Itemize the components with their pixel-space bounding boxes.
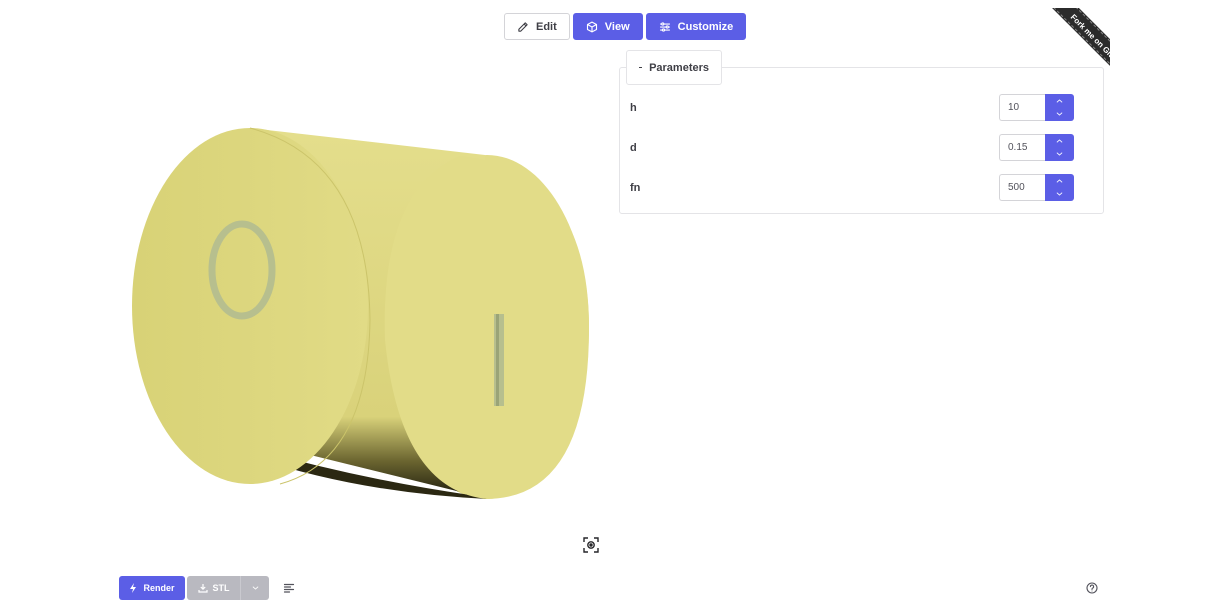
param-row-d: d (630, 134, 1074, 161)
view-button-label: View (604, 20, 630, 33)
mode-toolbar: Edit View Customize (504, 13, 747, 40)
pencil-icon (518, 21, 528, 32)
param-label: d (630, 141, 637, 154)
chevron-down-icon (1056, 152, 1063, 156)
stepper-buttons (1045, 94, 1074, 121)
sliders-icon (659, 21, 670, 32)
chevron-down-icon (252, 586, 258, 590)
cube-icon (586, 21, 597, 32)
cylinder-model (132, 127, 589, 499)
param-stepper (999, 174, 1074, 201)
param-input[interactable] (999, 134, 1045, 161)
export-format-dropdown[interactable] (240, 576, 269, 600)
customize-button-label: Customize (677, 20, 734, 33)
customize-button[interactable]: Customize (645, 13, 747, 40)
bolt-icon (130, 583, 137, 593)
decrement-button[interactable] (1045, 148, 1074, 162)
edit-button-label: Edit (536, 20, 557, 33)
help-circle-icon[interactable] (1086, 582, 1098, 594)
download-icon (197, 584, 208, 593)
view-button[interactable]: View (572, 13, 643, 40)
model-viewport[interactable] (100, 100, 620, 520)
param-input[interactable] (999, 94, 1045, 121)
stepper-buttons (1045, 174, 1074, 201)
param-row-h: h (630, 94, 1074, 121)
render-button[interactable]: Render (119, 576, 185, 600)
increment-button[interactable] (1045, 94, 1074, 108)
parameters-toggle[interactable]: Parameters (626, 50, 722, 85)
render-button-label: Render (143, 583, 175, 593)
export-stl-button[interactable]: STL (187, 576, 240, 600)
chevron-up-icon (1056, 99, 1063, 103)
param-row-fn: fn (630, 174, 1074, 201)
export-group: STL (187, 576, 269, 600)
stepper-buttons (1045, 134, 1074, 161)
chevron-down-icon (1056, 192, 1063, 196)
chevron-down-icon (1056, 112, 1063, 116)
param-stepper (999, 94, 1074, 121)
edit-button[interactable]: Edit (504, 13, 570, 40)
chevron-up-icon (1056, 139, 1063, 143)
increment-button[interactable] (1045, 134, 1074, 148)
increment-button[interactable] (1045, 174, 1074, 188)
text-lines-icon[interactable] (283, 582, 295, 594)
param-label: h (630, 101, 637, 114)
param-input[interactable] (999, 174, 1045, 201)
decrement-button[interactable] (1045, 188, 1074, 202)
param-stepper (999, 134, 1074, 161)
chevron-up-icon (1056, 179, 1063, 183)
param-label: fn (630, 181, 641, 194)
collapse-dash-icon (639, 66, 643, 69)
decrement-button[interactable] (1045, 108, 1074, 122)
parameters-legend-label: Parameters (649, 61, 709, 74)
export-button-label: STL (212, 583, 230, 593)
camera-reset-icon[interactable] (582, 536, 600, 554)
